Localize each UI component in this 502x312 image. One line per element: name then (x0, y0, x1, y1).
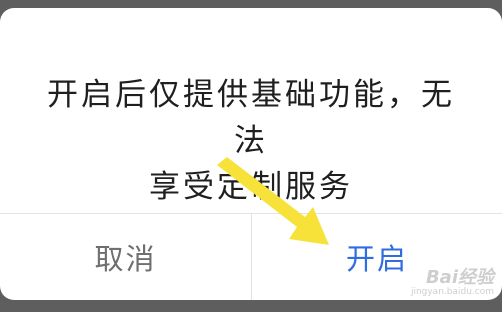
watermark-main-text: Bai经验 (425, 267, 494, 288)
watermark-logo: Bai经验 jingyan.baidu.com (410, 267, 494, 300)
dialog-message-line-1: 开启后仅提供基础功能，无法 (47, 77, 455, 159)
confirm-dialog: 开启后仅提供基础功能，无法 享受定制服务 取消 开启 (0, 8, 502, 300)
annotation-arrow-icon (217, 157, 329, 245)
watermark-sub-text: jingyan.baidu.com (410, 287, 494, 297)
